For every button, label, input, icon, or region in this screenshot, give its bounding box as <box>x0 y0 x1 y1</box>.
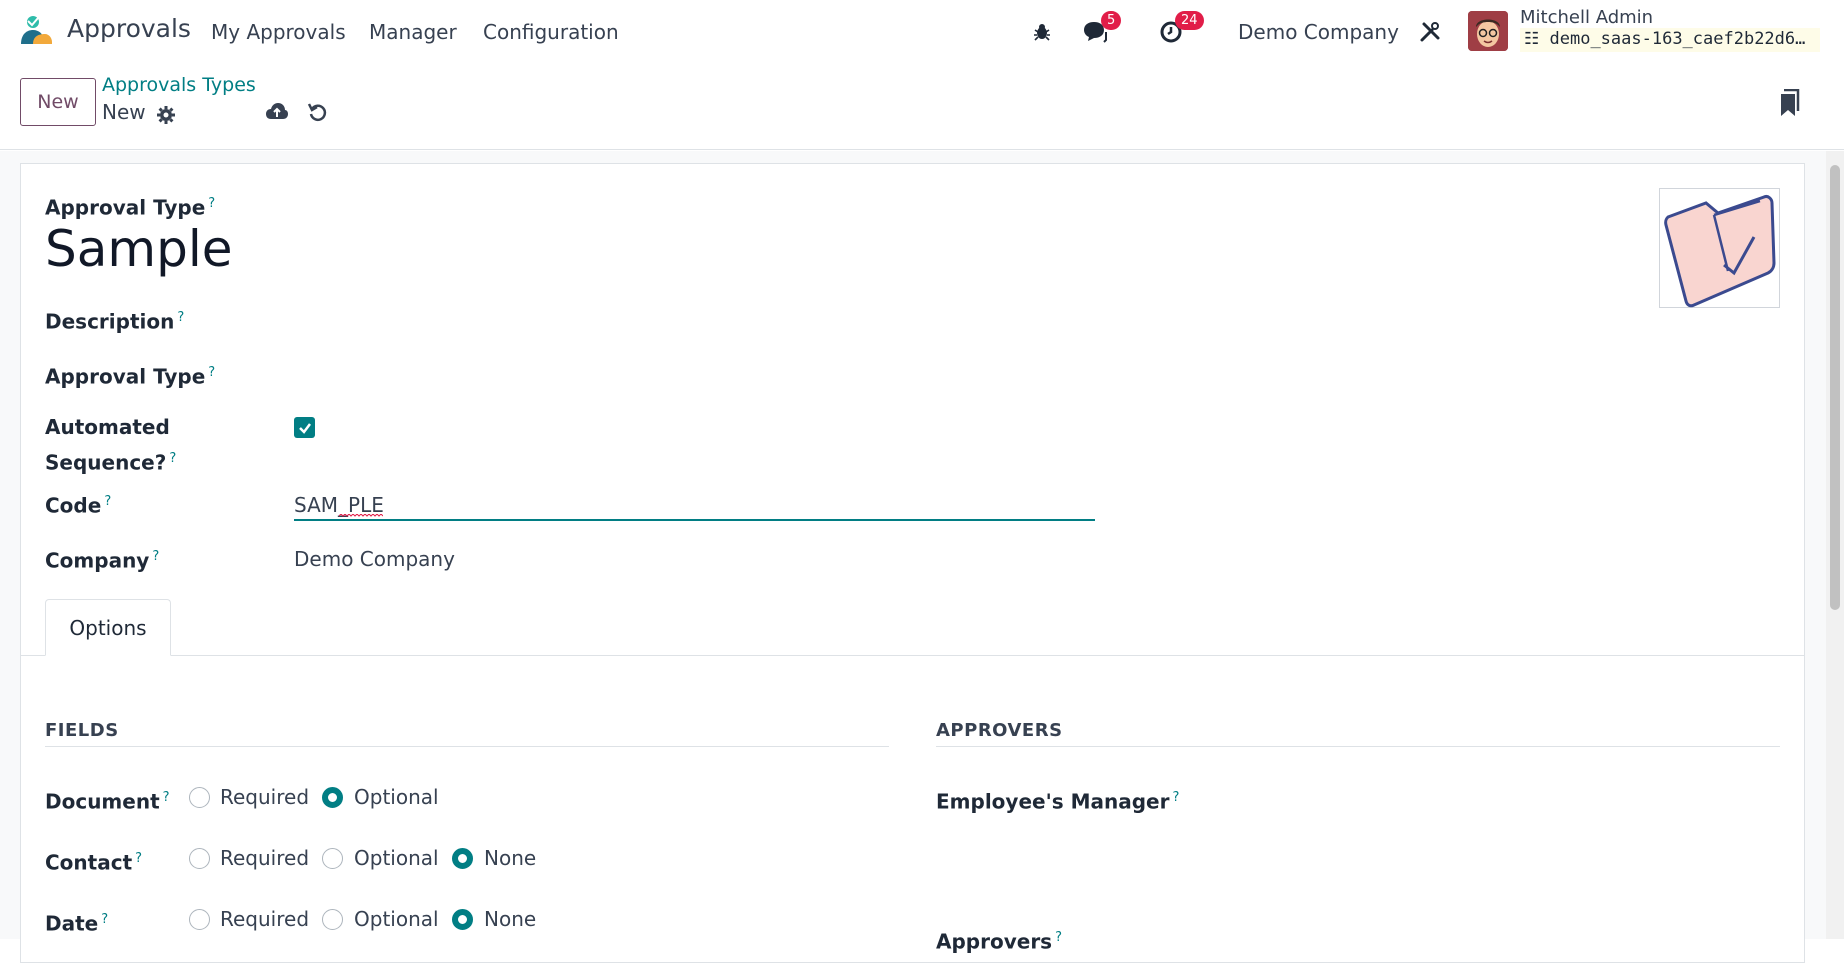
help-icon[interactable]: ? <box>104 494 111 509</box>
company-switcher[interactable]: Demo Company <box>1238 20 1399 44</box>
help-icon[interactable]: ? <box>1172 790 1179 805</box>
activities-badge: 24 <box>1175 11 1204 30</box>
date-required-label[interactable]: Required <box>220 907 309 931</box>
document-optional-label[interactable]: Optional <box>354 785 439 809</box>
app-name[interactable]: Approvals <box>67 14 191 43</box>
fields-section-rule <box>45 746 889 747</box>
approval-type-label: Approval Type? <box>45 195 216 220</box>
company-field[interactable]: Demo Company <box>294 547 455 571</box>
approval-type-name-input[interactable]: Sample <box>45 220 232 278</box>
breadcrumb-approvals-types[interactable]: Approvals Types <box>102 74 256 96</box>
date-optional-label[interactable]: Optional <box>354 907 439 931</box>
description-label: Description? <box>45 309 185 334</box>
help-icon[interactable]: ? <box>177 310 184 325</box>
help-icon[interactable]: ? <box>135 851 142 866</box>
contact-none-label[interactable]: None <box>484 846 536 870</box>
help-icon[interactable]: ? <box>101 912 108 927</box>
code-input[interactable] <box>294 491 1095 521</box>
menu-my-approvals[interactable]: My Approvals <box>211 20 346 44</box>
date-optional-radio[interactable] <box>322 909 343 930</box>
help-icon[interactable]: ? <box>152 549 159 564</box>
contact-optional-label[interactable]: Optional <box>354 846 439 870</box>
breadcrumb-current: New <box>102 100 146 124</box>
control-panel: New Approvals Types New <box>0 62 1844 150</box>
company-label: Company? <box>45 548 160 573</box>
document-required-radio[interactable] <box>189 787 210 808</box>
fields-section-title: FIELDS <box>45 720 119 741</box>
top-navbar: Approvals My Approvals Manager Configura… <box>0 0 1844 62</box>
automated-sequence-label: Automated Sequence?? <box>45 415 177 475</box>
debug-bug-icon[interactable] <box>1028 18 1056 46</box>
help-icon[interactable]: ? <box>163 790 170 805</box>
tab-divider <box>21 655 1804 656</box>
contact-label: Contact? <box>45 850 143 875</box>
gear-icon[interactable] <box>152 101 180 129</box>
settings-tools-icon[interactable] <box>1416 18 1444 46</box>
employee-manager-label: Employee's Manager? <box>936 789 1180 814</box>
form-sheet <box>20 163 1805 963</box>
document-label: Document? <box>45 789 170 814</box>
approval-type-select-label: Approval Type? <box>45 364 216 389</box>
approval-type-image[interactable] <box>1659 188 1780 308</box>
contact-optional-radio[interactable] <box>322 848 343 869</box>
help-icon[interactable]: ? <box>1055 930 1062 945</box>
new-button[interactable]: New <box>20 78 96 126</box>
help-icon[interactable]: ? <box>169 451 176 466</box>
code-label: Code? <box>45 493 112 518</box>
date-none-radio[interactable] <box>452 909 473 930</box>
approvers-label: Approvers? <box>936 929 1062 954</box>
date-label: Date? <box>45 911 109 936</box>
user-name[interactable]: Mitchell Admin <box>1520 7 1653 28</box>
tab-options[interactable]: Options <box>45 599 171 656</box>
bookmark-icon[interactable] <box>1775 89 1803 117</box>
menu-manager[interactable]: Manager <box>369 20 457 44</box>
contact-required-label[interactable]: Required <box>220 846 309 870</box>
database-icon: ☷ <box>1524 29 1540 49</box>
discard-undo-icon[interactable] <box>304 98 332 126</box>
help-icon[interactable]: ? <box>208 196 215 211</box>
date-required-radio[interactable] <box>189 909 210 930</box>
document-optional-radio[interactable] <box>322 787 343 808</box>
approvals-app-icon[interactable] <box>19 14 53 48</box>
scrollbar-thumb[interactable] <box>1830 165 1840 610</box>
help-icon[interactable]: ? <box>208 365 215 380</box>
document-required-label[interactable]: Required <box>220 785 309 809</box>
database-name: ☷ demo_saas-163_caef2b22d6… <box>1520 28 1820 52</box>
contact-none-radio[interactable] <box>452 848 473 869</box>
save-cloud-icon[interactable] <box>263 98 291 126</box>
database-label: demo_saas-163_caef2b22d6… <box>1549 29 1806 49</box>
spellcheck-underline <box>339 514 383 517</box>
automated-sequence-checkbox[interactable] <box>294 417 315 438</box>
messages-badge: 5 <box>1101 11 1122 30</box>
approvers-section-title: APPROVERS <box>936 720 1063 741</box>
date-none-label[interactable]: None <box>484 907 536 931</box>
menu-configuration[interactable]: Configuration <box>483 20 619 44</box>
contact-required-radio[interactable] <box>189 848 210 869</box>
approvers-section-rule <box>936 746 1780 747</box>
check-icon <box>298 422 311 434</box>
user-avatar[interactable] <box>1468 11 1508 51</box>
